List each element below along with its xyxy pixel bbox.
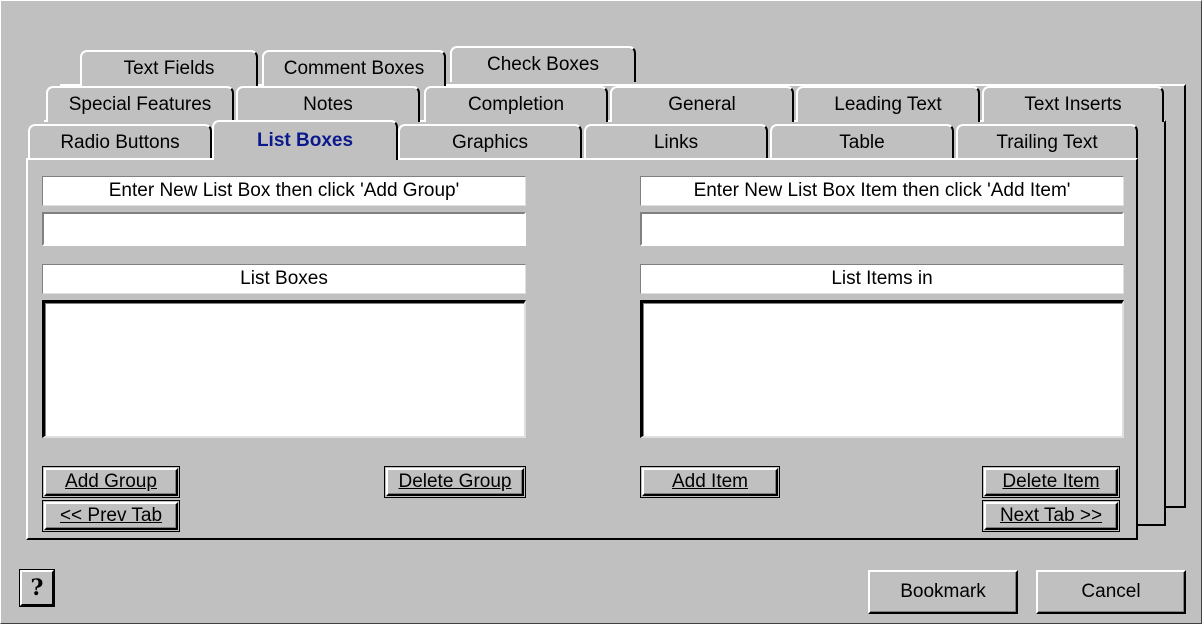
tab-label: Text Inserts: [1024, 94, 1122, 115]
delete-group-label: Delete Group: [398, 471, 512, 492]
tab-label: Completion: [467, 94, 565, 115]
list-boxes-listbox[interactable]: [42, 300, 526, 438]
add-group-label: Add Group: [65, 471, 157, 492]
add-item-button[interactable]: Add Item: [640, 466, 780, 498]
tab-completion[interactable]: Completion: [424, 86, 608, 122]
add-item-label: Add Item: [671, 471, 749, 492]
tab-label: Radio Buttons: [60, 132, 180, 153]
bookmark-button[interactable]: Bookmark: [868, 570, 1018, 614]
tab-leading-text[interactable]: Leading Text: [796, 86, 980, 122]
new-list-box-prompt: Enter New List Box then click 'Add Group…: [42, 176, 526, 206]
tab-graphics[interactable]: Graphics: [398, 124, 582, 160]
add-group-button[interactable]: Add Group: [42, 466, 180, 498]
list-items-listbox[interactable]: [640, 300, 1124, 438]
cancel-label: Cancel: [1081, 581, 1141, 602]
next-tab-label: Next Tab >>: [999, 505, 1103, 526]
delete-group-button[interactable]: Delete Group: [384, 466, 526, 498]
tab-text-inserts[interactable]: Text Inserts: [982, 86, 1164, 122]
tab-notes[interactable]: Notes: [236, 86, 420, 122]
question-mark-icon: ?: [30, 575, 44, 601]
prev-tab-label: << Prev Tab: [59, 505, 163, 526]
help-button[interactable]: ?: [19, 569, 55, 607]
tab-label: General: [668, 94, 736, 115]
tab-label: Graphics: [451, 132, 529, 153]
tab-label: List Boxes: [256, 130, 354, 151]
tab-label: Links: [653, 132, 699, 153]
new-list-box-input[interactable]: [42, 212, 526, 246]
tab-links[interactable]: Links: [584, 124, 768, 160]
new-list-item-input[interactable]: [640, 212, 1124, 246]
list-boxes-tab-page: Enter New List Box then click 'Add Group…: [26, 158, 1138, 540]
tab-special-features[interactable]: Special Features: [46, 86, 234, 122]
tab-label: Trailing Text: [996, 132, 1098, 153]
delete-item-label: Delete Item: [1002, 471, 1100, 492]
delete-item-button[interactable]: Delete Item: [982, 466, 1120, 498]
tab-label: Special Features: [68, 94, 212, 115]
prev-tab-button[interactable]: << Prev Tab: [42, 500, 180, 532]
tab-label: Comment Boxes: [283, 58, 425, 79]
tab-trailing-text[interactable]: Trailing Text: [956, 124, 1138, 160]
tab-general[interactable]: General: [610, 86, 794, 122]
tab-list-boxes[interactable]: List Boxes: [212, 120, 398, 160]
tab-label: Notes: [303, 94, 353, 115]
tab-label: Leading Text: [834, 94, 942, 115]
tab-comment-boxes[interactable]: Comment Boxes: [262, 50, 446, 86]
tab-check-boxes[interactable]: Check Boxes: [450, 46, 636, 82]
list-boxes-header: List Boxes: [42, 264, 526, 294]
tab-text-fields[interactable]: Text Fields: [80, 50, 258, 86]
next-tab-button[interactable]: Next Tab >>: [982, 500, 1120, 532]
tab-table[interactable]: Table: [770, 124, 954, 160]
tab-label: Check Boxes: [487, 54, 599, 75]
bookmark-label: Bookmark: [900, 581, 986, 602]
list-items-header: List Items in: [640, 264, 1124, 294]
tab-radio-buttons[interactable]: Radio Buttons: [28, 124, 212, 160]
cancel-button[interactable]: Cancel: [1036, 570, 1186, 614]
tab-label: Text Fields: [123, 58, 215, 79]
new-list-item-prompt: Enter New List Box Item then click 'Add …: [640, 176, 1124, 206]
tab-label: Table: [839, 132, 885, 153]
